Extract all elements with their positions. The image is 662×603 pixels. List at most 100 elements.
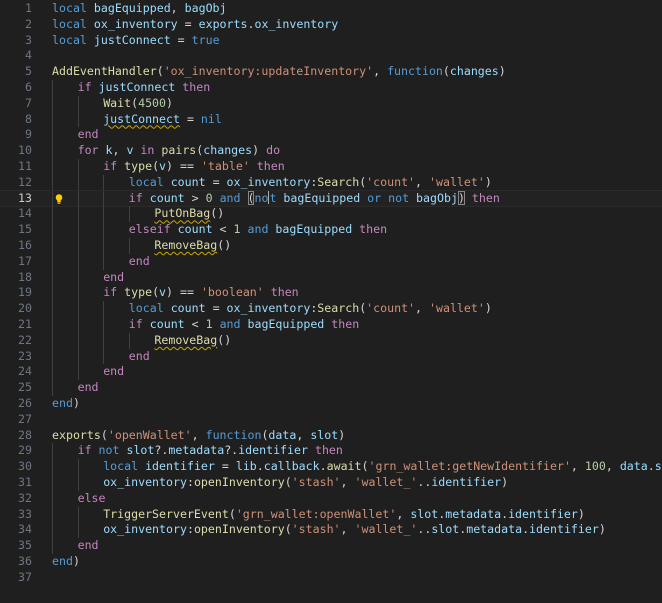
code-line[interactable]: 22 RemoveBag() — [0, 332, 662, 349]
code-line[interactable]: 7 Wait(4500) — [0, 95, 662, 112]
indent-guide — [52, 95, 53, 112]
function-name-token: openInventory — [193, 522, 285, 537]
line-number: 18 — [18, 269, 32, 284]
code-line[interactable]: 20 local count = ox_inventory:Search('cou… — [0, 301, 662, 317]
indent-guide — [52, 111, 53, 128]
control-keyword-token: then — [464, 190, 500, 205]
line-number: 12 — [18, 174, 32, 189]
indent-guide — [52, 380, 53, 396]
code-text: end — [103, 364, 124, 380]
identifier-token: identifier — [508, 506, 578, 521]
code-line[interactable]: 33 TriggerServerEvent('grn_wallet:openWal… — [0, 506, 662, 523]
line-number: 37 — [18, 569, 32, 584]
indent-guide — [77, 475, 79, 491]
indent-guide — [52, 538, 53, 554]
code-editor[interactable]: 1 local bagEquipped, bagObj 2 local ox_inve… — [0, 0, 662, 603]
identifier-token: ox_inventory — [254, 16, 339, 31]
keyword-token: local — [52, 32, 94, 47]
indent-guide — [52, 174, 53, 191]
code-line[interactable]: 34 ox_inventory:openInventory('stash', 'w… — [0, 522, 662, 539]
indent-guide — [77, 238, 79, 254]
matched-bracket: ) — [457, 190, 465, 205]
control-keyword-token: then — [352, 222, 388, 237]
code-line[interactable]: 8 justConnect = nil — [0, 111, 662, 128]
code-line[interactable]: 2 local ox_inventory = exports.ox_invento… — [0, 17, 662, 33]
line-number: 24 — [18, 364, 32, 379]
identifier-token: count — [149, 317, 185, 331]
number-literal-token: 1 — [233, 222, 241, 237]
code-line[interactable]: 14 PutOnBag() — [0, 206, 662, 223]
indent-guide — [77, 301, 79, 317]
lightbulb-icon[interactable] — [53, 193, 65, 205]
identifier-token: justConnect — [98, 80, 176, 94]
indent-guide — [128, 332, 130, 349]
string-literal-token: 'count' — [366, 301, 416, 316]
punctuation-token: ) — [577, 506, 585, 521]
indent-guide — [103, 253, 105, 270]
identifier-token: justConnect — [93, 32, 171, 47]
identifier-token: callback — [263, 459, 320, 474]
code-line[interactable]: 1 local bagEquipped, bagObj — [0, 1, 662, 17]
punctuation-token: () — [217, 332, 232, 347]
code-line[interactable]: 28 exports('openWallet', function(data, s… — [0, 428, 662, 444]
operator-token: > — [184, 190, 206, 205]
indent-guide — [77, 522, 79, 539]
code-line[interactable]: 10 for k, v in pairs(changes) do — [0, 143, 662, 159]
code-line[interactable]: 24 end — [0, 364, 662, 381]
code-line[interactable]: 36 end) — [0, 554, 662, 570]
code-line[interactable]: 11 if type(v) == 'table' then — [0, 159, 662, 175]
indent-guide — [103, 222, 105, 238]
code-line[interactable]: 37 — [0, 570, 662, 586]
punctuation-token: ) — [598, 522, 606, 537]
code-line[interactable]: 27 — [0, 412, 662, 428]
code-line[interactable]: 19 if type(v) == 'boolean' then — [0, 285, 662, 302]
code-line[interactable]: 29 if not slot?.metadata?.identifier then — [0, 443, 662, 460]
indent-guide — [77, 95, 79, 112]
line-number: 26 — [18, 396, 32, 410]
keyword-token: function — [387, 64, 443, 79]
line-number: 7 — [25, 95, 32, 110]
code-line[interactable]: 16 RemoveBag() — [0, 238, 662, 254]
code-line[interactable]: 18 end — [0, 269, 662, 286]
code-line[interactable]: 12 local count = ox_inventory:Search('cou… — [0, 174, 662, 191]
code-line[interactable]: 4 — [0, 48, 662, 64]
code-line[interactable]: 32 else — [0, 490, 662, 507]
code-line[interactable]: 31 ox_inventory:openInventory('stash', 'w… — [0, 475, 662, 491]
punctuation-token: , — [340, 475, 355, 489]
indent-guide — [77, 364, 79, 381]
string-literal-token: 'table' — [200, 159, 250, 173]
string-literal-token: 'grn_wallet:openWallet' — [235, 506, 397, 521]
identifier-token: identifier — [145, 459, 215, 474]
code-line[interactable]: 6 if justConnect then — [0, 80, 662, 96]
identifier-token: count — [177, 222, 213, 237]
code-line[interactable]: 30 local identifier = lib.callback.await(… — [0, 459, 662, 475]
indent-guide — [52, 80, 53, 96]
code-line[interactable]: 26 end) — [0, 396, 662, 412]
code-line[interactable]: 9 end — [0, 127, 662, 144]
line-number: 25 — [18, 380, 32, 395]
operator-token: < — [184, 317, 206, 331]
code-line[interactable]: 17 end — [0, 253, 662, 270]
identifier-token: count — [149, 190, 185, 205]
code-text: exports('openWallet', function(data, slo… — [52, 428, 345, 444]
line-number: 16 — [18, 238, 32, 252]
code-line[interactable]: 5 AddEventHandler('ox_inventory:updateInv… — [0, 64, 662, 80]
code-line[interactable]: 35 end — [0, 538, 662, 554]
code-line[interactable]: 23 end — [0, 348, 662, 365]
code-line[interactable]: 3 local justConnect = true — [0, 33, 662, 49]
code-line[interactable]: 21 if count < 1 and bagEquipped then — [0, 317, 662, 333]
identifier-token: ox_inventory — [103, 522, 187, 537]
line-number: 36 — [18, 554, 32, 568]
code-text: if type(v) == 'table' then — [103, 159, 285, 175]
string-literal-token: 'stash' — [291, 475, 341, 489]
punctuation-token: ) — [484, 174, 492, 189]
code-line[interactable]: 15 elseif count < 1 and bagEquipped then — [0, 222, 662, 238]
keyword-token: local — [52, 1, 94, 15]
code-line[interactable]: 13 if count > 0 and (not bagEquipped or n… — [0, 189, 662, 208]
code-line[interactable]: 25 end — [0, 380, 662, 396]
identifier-token: slot — [126, 443, 155, 458]
identifier-token: identifier — [529, 522, 599, 537]
control-keyword-token: end — [77, 380, 99, 395]
indent-guide — [77, 348, 79, 365]
function-name-token: Search — [317, 174, 360, 189]
